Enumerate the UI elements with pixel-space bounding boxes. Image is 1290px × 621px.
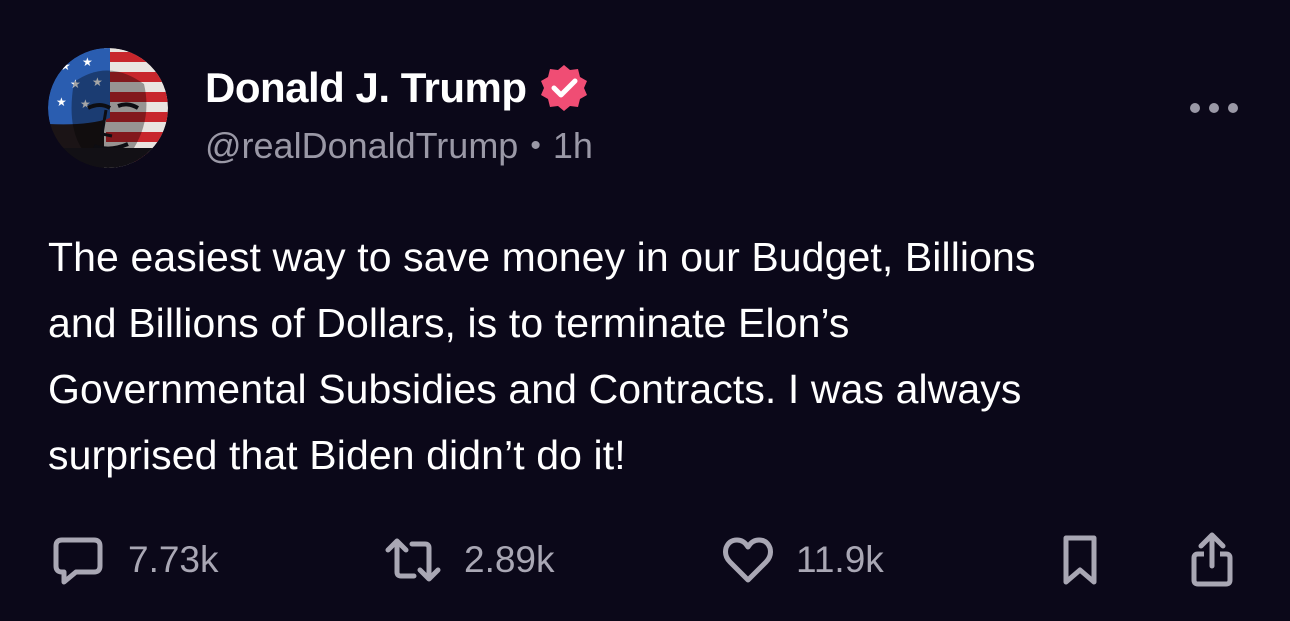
author-meta-row: @realDonaldTrump • 1h [205, 122, 593, 170]
post-timestamp[interactable]: 1h [553, 125, 593, 167]
action-bar: 7.73k 2.89k 11.9k [0, 528, 1290, 592]
svg-text:★: ★ [56, 95, 67, 109]
svg-text:★: ★ [82, 55, 93, 69]
repost-button[interactable]: 2.89k [384, 528, 555, 592]
post-text-line: The easiest way to save money in our Bud… [48, 234, 1036, 280]
bookmark-icon [1063, 535, 1097, 585]
repost-count: 2.89k [464, 539, 555, 580]
like-count: 11.9k [796, 539, 884, 580]
svg-text:★: ★ [60, 59, 71, 73]
verified-badge-icon [539, 63, 589, 113]
reply-button[interactable]: 7.73k [50, 528, 219, 592]
author-name-row: Donald J. Trump [205, 60, 589, 116]
more-options-button[interactable] [1186, 92, 1242, 124]
share-icon [1191, 532, 1233, 587]
repost-icon [385, 538, 441, 582]
author-display-name[interactable]: Donald J. Trump [205, 64, 527, 112]
post-text-line: Governmental Subsidies and Contracts. I … [48, 366, 1022, 412]
share-button[interactable] [1188, 528, 1236, 592]
reply-count: 7.73k [128, 539, 219, 580]
like-button[interactable]: 11.9k [722, 528, 884, 592]
post-text-line: and Billions of Dollars, is to terminate… [48, 300, 850, 346]
avatar[interactable]: ★ ★ ★ ★ ★ ★ [48, 48, 168, 168]
post-body: The easiest way to save money in our Bud… [48, 224, 1228, 488]
heart-icon [723, 537, 773, 583]
post-text-line: surprised that Biden didn’t do it! [48, 432, 626, 478]
more-horizontal-icon [1190, 103, 1238, 113]
bookmark-button[interactable] [1058, 528, 1102, 592]
reply-icon [53, 537, 103, 585]
flag-portrait-avatar: ★ ★ ★ ★ ★ ★ [48, 48, 168, 168]
author-handle[interactable]: @realDonaldTrump [205, 125, 518, 167]
meta-separator: • [530, 129, 541, 162]
post-card: ★ ★ ★ ★ ★ ★ Donald J. Trump @realDonaldT… [0, 0, 1290, 621]
